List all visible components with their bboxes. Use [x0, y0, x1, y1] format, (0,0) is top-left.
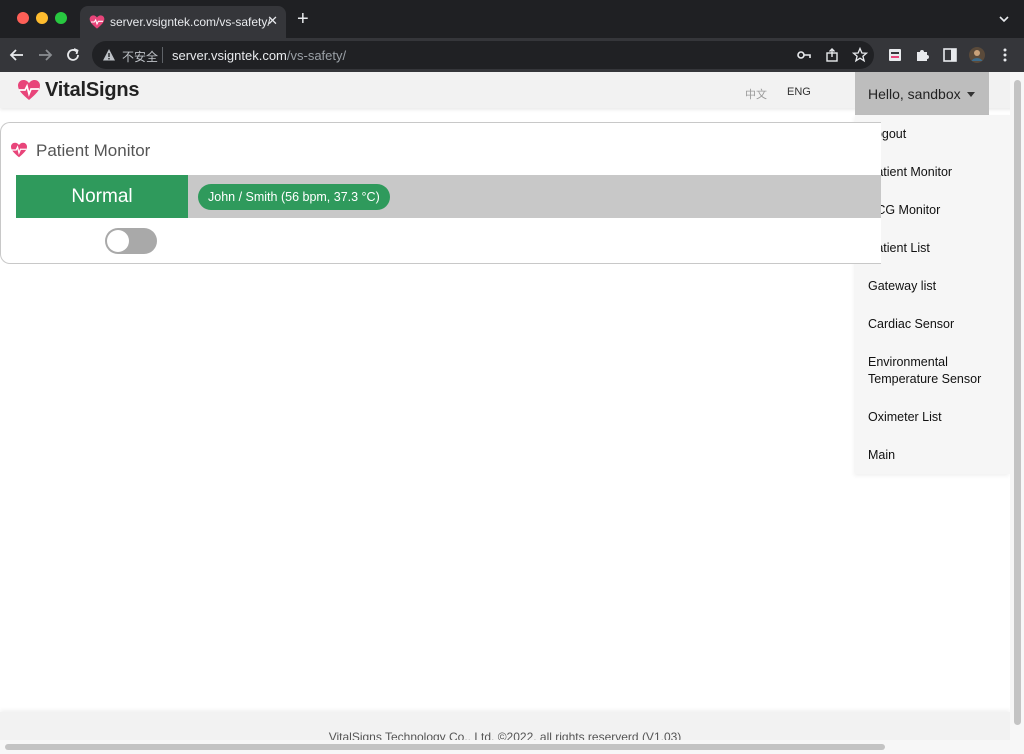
heart-favicon-icon [89, 15, 105, 29]
maximize-window-button[interactable] [55, 12, 67, 24]
back-icon[interactable] [8, 46, 26, 64]
patient-monitor-card: Patient Monitor Normal John / Smith (56 … [0, 122, 881, 264]
menu-item-patient-monitor[interactable]: Patient Monitor [868, 164, 1008, 181]
page-viewport: VitalSigns 中文 ENG Hello, sandbox Logout … [0, 72, 1024, 754]
extension-icon[interactable] [886, 46, 904, 64]
menu-item-cardiac-sensor[interactable]: Cardiac Sensor [868, 316, 1008, 333]
tab-title: server.vsigntek.com/vs-safety/ [110, 15, 271, 29]
sidebar-icon[interactable] [941, 46, 959, 64]
page-title: Patient Monitor [36, 141, 151, 160]
heart-logo-icon [18, 80, 40, 100]
monitor-toggle-switch[interactable] [105, 228, 157, 254]
language-chinese-link[interactable]: 中文 [745, 86, 767, 102]
browser-toolbar: 不安全 server.vsigntek.com/vs-safety/ [0, 38, 1024, 72]
url-text[interactable]: server.vsigntek.com/vs-safety/ [172, 48, 346, 63]
url-path: /vs-safety/ [286, 48, 347, 63]
key-icon[interactable] [796, 47, 812, 63]
menu-item-main[interactable]: Main [868, 447, 1008, 464]
tab-search-chevron-icon[interactable] [998, 13, 1010, 25]
browser-tab[interactable]: server.vsigntek.com/vs-safety/ ✕ [80, 6, 286, 38]
horizontal-scrollbar-thumb[interactable] [5, 744, 885, 750]
address-divider [162, 47, 163, 63]
menu-item-oximeter-list[interactable]: Oximeter List [868, 409, 1008, 426]
menu-item-patient-list[interactable]: Patient List [868, 240, 1008, 257]
vertical-scrollbar-thumb[interactable] [1014, 80, 1021, 725]
menu-item-ecg-monitor[interactable]: ECG Monitor [868, 202, 1008, 219]
menu-icon[interactable] [996, 46, 1014, 64]
profile-avatar[interactable] [968, 46, 986, 64]
menu-item-gateway-list[interactable]: Gateway list [868, 278, 1008, 295]
address-bar[interactable]: 不安全 server.vsigntek.com/vs-safety/ [92, 41, 874, 69]
user-menu-label: Hello, sandbox [868, 86, 961, 102]
heart-icon [11, 142, 27, 158]
url-host: server.vsigntek.com [172, 48, 287, 63]
new-tab-button[interactable]: + [297, 9, 309, 29]
status-bar: Normal John / Smith (56 bpm, 37.3 °C) [16, 175, 881, 218]
status-normal-label: Normal [16, 175, 188, 218]
patient-status-pill[interactable]: John / Smith (56 bpm, 37.3 °C) [198, 184, 390, 210]
tab-close-icon[interactable]: ✕ [267, 13, 278, 29]
star-icon[interactable] [852, 47, 868, 63]
caret-down-icon [967, 92, 975, 97]
minimize-window-button[interactable] [36, 12, 48, 24]
security-status-label[interactable]: 不安全 [122, 48, 158, 65]
warning-icon[interactable] [102, 48, 116, 62]
puzzle-icon[interactable] [913, 46, 931, 64]
share-icon[interactable] [824, 47, 840, 63]
brand-logo-text[interactable]: VitalSigns [45, 79, 140, 102]
menu-item-environmental-temperature-sensor[interactable]: Environmental Temperature Sensor [868, 354, 1008, 388]
forward-icon[interactable] [36, 46, 54, 64]
menu-item-logout[interactable]: Logout [868, 126, 1008, 143]
reload-icon[interactable] [64, 46, 82, 64]
toggle-knob [107, 230, 129, 252]
close-window-button[interactable] [17, 12, 29, 24]
browser-tab-strip: server.vsigntek.com/vs-safety/ ✕ + [0, 0, 1024, 38]
language-english-link[interactable]: ENG [787, 86, 811, 98]
user-menu-button[interactable]: Hello, sandbox [855, 72, 989, 115]
